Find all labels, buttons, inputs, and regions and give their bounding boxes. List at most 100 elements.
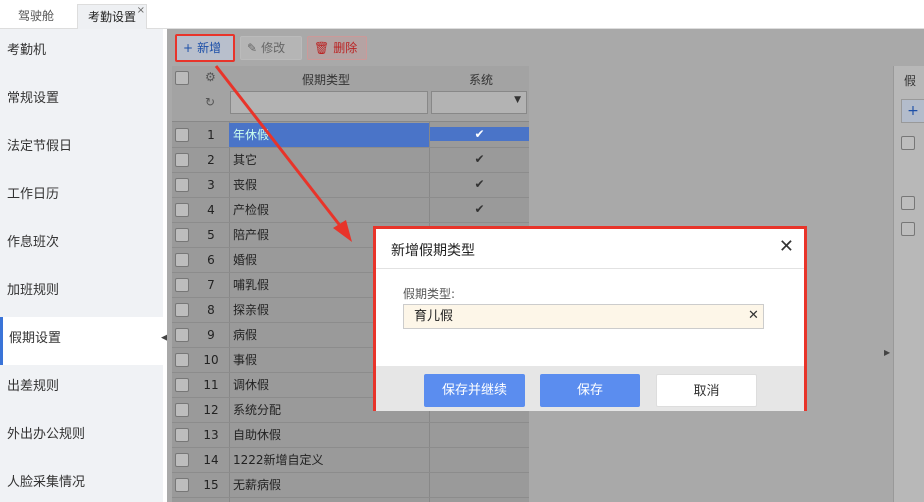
- sidebar-item-label: 人脸采集情况: [7, 475, 86, 490]
- sidebar: 考勤机 常规设置 法定节假日 工作日历 作息班次 加班规则 假期设置 出差规则 …: [0, 29, 163, 502]
- tab-attendance-settings[interactable]: 考勤设置 ×: [77, 4, 147, 29]
- grid-header: ⚙ ↻ 假期类型 系统 ▼: [172, 66, 529, 122]
- sidebar-item-leave-settings[interactable]: 假期设置: [0, 317, 163, 365]
- close-icon[interactable]: ×: [137, 0, 145, 23]
- sidebar-item-business-trip-rules[interactable]: 出差规则: [0, 365, 163, 413]
- row-checkbox[interactable]: [175, 428, 189, 442]
- row-checkbox[interactable]: [175, 278, 189, 292]
- table-row[interactable]: 4 产检假 ✔: [172, 198, 529, 223]
- sidebar-item-face-capture[interactable]: 人脸采集情况: [0, 461, 163, 502]
- table-row[interactable]: 3 丧假 ✔: [172, 173, 529, 198]
- row-number: 9: [207, 328, 215, 342]
- table-row[interactable]: 1 年休假 ✔: [172, 123, 529, 148]
- sidebar-item-shifts[interactable]: 作息班次: [0, 221, 163, 269]
- sidebar-item-label: 外出办公规则: [7, 427, 86, 442]
- select-all-checkbox[interactable]: [175, 71, 189, 85]
- row-checkbox[interactable]: [175, 178, 189, 192]
- row-checkbox[interactable]: [175, 128, 189, 142]
- row-number: 11: [203, 378, 219, 392]
- row-checkbox[interactable]: [175, 253, 189, 267]
- row-checkbox[interactable]: [175, 203, 189, 217]
- leave-type-cell: 1222新增自定义: [233, 453, 324, 467]
- leave-type-cell: 产检假: [233, 203, 270, 217]
- clear-icon[interactable]: ✕: [748, 308, 759, 323]
- column-header-system[interactable]: 系统: [469, 71, 493, 88]
- row-checkbox[interactable]: [175, 353, 189, 367]
- row-checkbox[interactable]: [175, 378, 189, 392]
- plus-icon: +: [183, 41, 194, 55]
- leave-type-cell: 丧假: [233, 178, 258, 192]
- toolbar: + 新增 ✎ 修改 🗑 删除: [167, 29, 924, 66]
- sidebar-item-label: 假期设置: [9, 331, 62, 346]
- row-number: 3: [207, 178, 215, 192]
- leave-type-filter-input[interactable]: [230, 91, 428, 114]
- dialog-footer: 保存并继续 保存 取消: [376, 366, 804, 411]
- add-button-label: 新增: [197, 41, 222, 55]
- cancel-button[interactable]: 取消: [656, 374, 757, 407]
- row-checkbox[interactable]: [175, 228, 189, 242]
- sidebar-item-label: 考勤机: [7, 43, 47, 58]
- tab-label: 考勤设置: [87, 10, 136, 24]
- delete-button[interactable]: 🗑 删除: [307, 36, 367, 60]
- row-checkbox[interactable]: [901, 222, 915, 236]
- sidebar-item-work-calendar[interactable]: 工作日历: [0, 173, 163, 221]
- edit-button[interactable]: ✎ 修改: [240, 36, 302, 60]
- right-panel-tab[interactable]: 假: [904, 72, 916, 89]
- sidebar-item-label: 出差规则: [7, 379, 60, 394]
- row-number: 7: [207, 278, 215, 292]
- row-checkbox[interactable]: [175, 303, 189, 317]
- row-number: 1: [207, 128, 215, 142]
- gear-icon[interactable]: ⚙: [205, 70, 216, 84]
- collapse-right-icon[interactable]: ▶: [884, 348, 890, 364]
- tab-label: 驾驶舱: [17, 9, 54, 23]
- row-number: 10: [203, 353, 219, 367]
- save-button[interactable]: 保存: [540, 374, 640, 407]
- sidebar-item-attendance-machine[interactable]: 考勤机: [0, 29, 163, 77]
- table-row[interactable]: 15 无薪病假: [172, 473, 529, 498]
- edit-button-label: 修改: [261, 41, 286, 55]
- leave-type-cell: 其它: [233, 153, 258, 167]
- row-checkbox[interactable]: [175, 453, 189, 467]
- sidebar-item-label: 工作日历: [7, 187, 60, 202]
- row-number: 8: [207, 303, 215, 317]
- table-row[interactable]: 13 自助休假: [172, 423, 529, 448]
- sidebar-item-label: 作息班次: [7, 235, 60, 250]
- row-number: 14: [203, 453, 219, 467]
- row-checkbox[interactable]: [175, 403, 189, 417]
- sidebar-item-holidays[interactable]: 法定节假日: [0, 125, 163, 173]
- refresh-icon[interactable]: ↻: [205, 95, 215, 109]
- column-header-leave-type[interactable]: 假期类型: [302, 71, 402, 88]
- add-leave-type-dialog: 新增假期类型 ✕ 假期类型: 育儿假 ✕ 保存并继续 保存 取消: [373, 226, 807, 411]
- dialog-title: 新增假期类型: [391, 243, 475, 259]
- dialog-divider: [376, 268, 804, 269]
- leave-type-input[interactable]: 育儿假: [403, 304, 764, 329]
- check-icon: ✔: [474, 202, 485, 216]
- right-panel-add-button[interactable]: +: [901, 99, 924, 123]
- row-checkbox[interactable]: [901, 136, 915, 150]
- sidebar-item-overtime-rules[interactable]: 加班规则: [0, 269, 163, 317]
- sidebar-item-label: 常规设置: [7, 91, 60, 106]
- plus-icon: +: [907, 103, 919, 119]
- add-button[interactable]: + 新增: [175, 34, 235, 62]
- row-checkbox[interactable]: [175, 328, 189, 342]
- sidebar-item-general-settings[interactable]: 常规设置: [0, 77, 163, 125]
- system-filter-select[interactable]: ▼: [431, 91, 527, 114]
- check-icon: ✔: [474, 152, 485, 166]
- edit-icon: ✎: [247, 41, 258, 55]
- table-row[interactable]: 14 1222新增自定义: [172, 448, 529, 473]
- table-row[interactable]: 2 其它 ✔: [172, 148, 529, 173]
- row-checkbox[interactable]: [901, 196, 915, 210]
- row-number: 12: [203, 403, 219, 417]
- tab-cockpit[interactable]: 驾驶舱: [0, 4, 72, 29]
- row-checkbox[interactable]: [175, 153, 189, 167]
- save-and-continue-button[interactable]: 保存并继续: [424, 374, 525, 407]
- row-number: 5: [207, 228, 215, 242]
- row-checkbox[interactable]: [175, 478, 189, 492]
- sidebar-item-field-work-rules[interactable]: 外出办公规则: [0, 413, 163, 461]
- row-number: 15: [203, 478, 219, 492]
- check-icon: ✔: [430, 127, 529, 141]
- trash-icon: 🗑: [314, 41, 330, 55]
- leave-type-label: 假期类型:: [403, 287, 456, 301]
- close-icon[interactable]: ✕: [779, 236, 794, 257]
- sidebar-item-label: 法定节假日: [7, 139, 73, 154]
